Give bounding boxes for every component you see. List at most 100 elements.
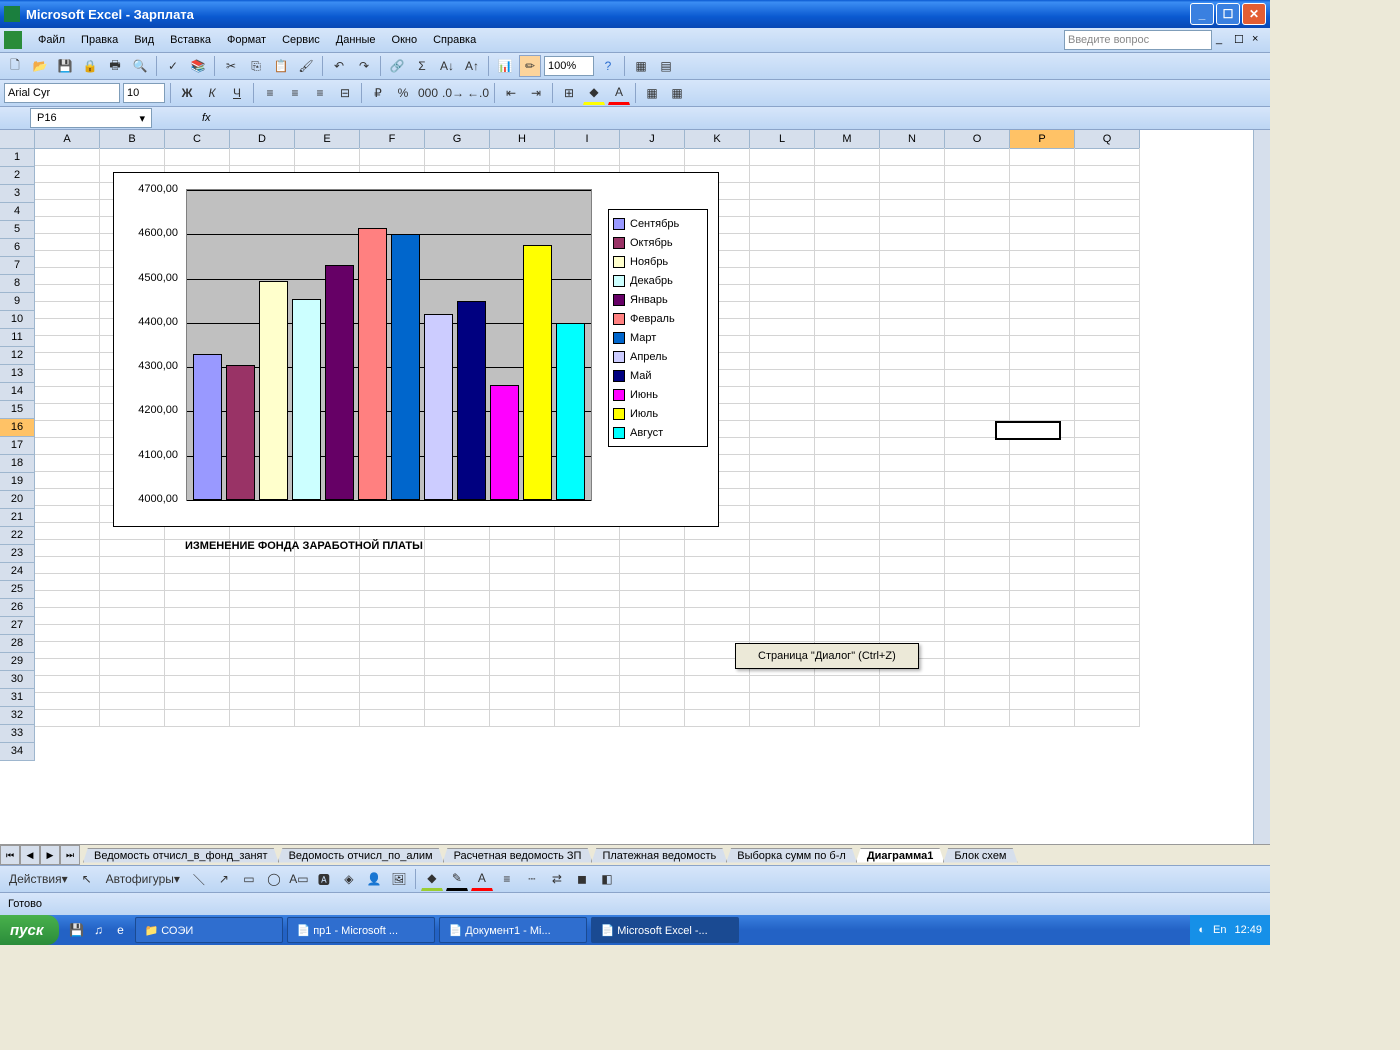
cell[interactable] bbox=[815, 590, 880, 608]
dash-style-icon[interactable]: ┄ bbox=[521, 868, 543, 890]
col-header-G[interactable]: G bbox=[425, 130, 490, 149]
cell[interactable] bbox=[620, 641, 685, 659]
row-header-15[interactable]: 15 bbox=[0, 401, 35, 419]
cell[interactable] bbox=[815, 267, 880, 285]
row-header-9[interactable]: 9 bbox=[0, 293, 35, 311]
pivot-icon[interactable]: ▦ bbox=[630, 55, 652, 77]
cell[interactable] bbox=[880, 403, 945, 421]
cell[interactable] bbox=[945, 471, 1010, 489]
cell[interactable] bbox=[815, 216, 880, 234]
cell[interactable] bbox=[815, 301, 880, 319]
cell[interactable] bbox=[1010, 301, 1075, 319]
legend-item[interactable]: Май bbox=[613, 366, 703, 385]
cell[interactable] bbox=[1010, 437, 1075, 455]
cell[interactable] bbox=[945, 590, 1010, 608]
arrow-icon[interactable]: ↗ bbox=[213, 868, 235, 890]
cell[interactable] bbox=[685, 607, 750, 625]
print-icon[interactable]: 🖶 bbox=[104, 55, 126, 77]
cell[interactable] bbox=[945, 607, 1010, 625]
cell[interactable] bbox=[1010, 267, 1075, 285]
cell[interactable] bbox=[750, 573, 815, 591]
cell[interactable] bbox=[1075, 488, 1140, 506]
cell[interactable] bbox=[1010, 335, 1075, 353]
cell[interactable] bbox=[620, 709, 685, 727]
cell[interactable] bbox=[945, 556, 1010, 574]
cell[interactable] bbox=[750, 454, 815, 472]
cell[interactable] bbox=[490, 641, 555, 659]
row-header-34[interactable]: 34 bbox=[0, 743, 35, 761]
cell[interactable] bbox=[880, 709, 945, 727]
cell[interactable] bbox=[750, 199, 815, 217]
cell[interactable] bbox=[1075, 454, 1140, 472]
cell[interactable] bbox=[230, 590, 295, 608]
cell[interactable] bbox=[880, 573, 945, 591]
percent-icon[interactable]: % bbox=[392, 82, 414, 104]
cell[interactable] bbox=[945, 284, 1010, 302]
cell[interactable] bbox=[295, 590, 360, 608]
cell[interactable] bbox=[35, 539, 100, 557]
cell[interactable] bbox=[1075, 692, 1140, 710]
cell[interactable] bbox=[945, 386, 1010, 404]
cell[interactable] bbox=[750, 522, 815, 540]
menu-Правка[interactable]: Правка bbox=[73, 32, 126, 48]
cell[interactable] bbox=[620, 675, 685, 693]
cell[interactable] bbox=[490, 709, 555, 727]
cell[interactable] bbox=[1075, 590, 1140, 608]
fill-shape-icon[interactable]: ◆ bbox=[421, 867, 443, 891]
cell[interactable] bbox=[490, 675, 555, 693]
cell[interactable] bbox=[880, 182, 945, 200]
row-header-18[interactable]: 18 bbox=[0, 455, 35, 473]
undo-icon[interactable]: ↶ bbox=[328, 55, 350, 77]
cell[interactable] bbox=[1010, 709, 1075, 727]
line-color-icon[interactable]: ✎ bbox=[446, 867, 468, 891]
cell[interactable] bbox=[100, 590, 165, 608]
row-header-14[interactable]: 14 bbox=[0, 383, 35, 401]
select-objects-icon[interactable]: ↖ bbox=[76, 868, 98, 890]
taskbar-item[interactable]: 📄 Microsoft Excel -... bbox=[591, 917, 739, 943]
cell[interactable] bbox=[425, 641, 490, 659]
copy-icon[interactable]: ⎘ bbox=[245, 55, 267, 77]
cell[interactable] bbox=[620, 590, 685, 608]
cell[interactable] bbox=[230, 556, 295, 574]
cell[interactable] bbox=[945, 454, 1010, 472]
cell[interactable] bbox=[360, 624, 425, 642]
cell[interactable] bbox=[425, 607, 490, 625]
cell[interactable] bbox=[1075, 403, 1140, 421]
cell[interactable] bbox=[945, 488, 1010, 506]
cell[interactable] bbox=[35, 556, 100, 574]
cell[interactable] bbox=[620, 607, 685, 625]
bar-Январь[interactable] bbox=[325, 265, 354, 500]
cell[interactable] bbox=[685, 556, 750, 574]
cell[interactable] bbox=[1010, 675, 1075, 693]
taskbar-item[interactable]: 📄 пр1 - Microsoft ... bbox=[287, 917, 435, 943]
cell[interactable] bbox=[165, 607, 230, 625]
cell[interactable] bbox=[815, 420, 880, 438]
new-icon[interactable]: 🗋 bbox=[4, 55, 26, 77]
tab-nav-last[interactable]: ⏭ bbox=[60, 845, 80, 865]
cell[interactable] bbox=[945, 335, 1010, 353]
cell[interactable] bbox=[425, 539, 490, 557]
sheet-tab[interactable]: Расчетная ведомость ЗП bbox=[443, 848, 593, 863]
cell[interactable] bbox=[1075, 420, 1140, 438]
cell[interactable] bbox=[295, 709, 360, 727]
cell[interactable] bbox=[1010, 182, 1075, 200]
col-header-M[interactable]: M bbox=[815, 130, 880, 149]
format-painter-icon[interactable]: 🖌 bbox=[295, 55, 317, 77]
row-header-26[interactable]: 26 bbox=[0, 599, 35, 617]
cell[interactable] bbox=[1075, 352, 1140, 370]
cell[interactable] bbox=[35, 488, 100, 506]
cell[interactable] bbox=[35, 216, 100, 234]
hyperlink-icon[interactable]: 🔗 bbox=[386, 55, 408, 77]
cell[interactable] bbox=[880, 318, 945, 336]
cell[interactable] bbox=[1010, 624, 1075, 642]
taskbar-item[interactable]: 📄 Документ1 - Mi... bbox=[439, 917, 587, 943]
legend-item[interactable]: Декабрь bbox=[613, 271, 703, 290]
cell[interactable] bbox=[880, 454, 945, 472]
cell[interactable] bbox=[815, 250, 880, 268]
cell[interactable] bbox=[35, 165, 100, 183]
cell[interactable] bbox=[1010, 165, 1075, 183]
cell[interactable] bbox=[1075, 437, 1140, 455]
cell[interactable] bbox=[1075, 182, 1140, 200]
cell[interactable] bbox=[35, 233, 100, 251]
decrease-decimal-icon[interactable]: ←.0 bbox=[467, 82, 489, 104]
